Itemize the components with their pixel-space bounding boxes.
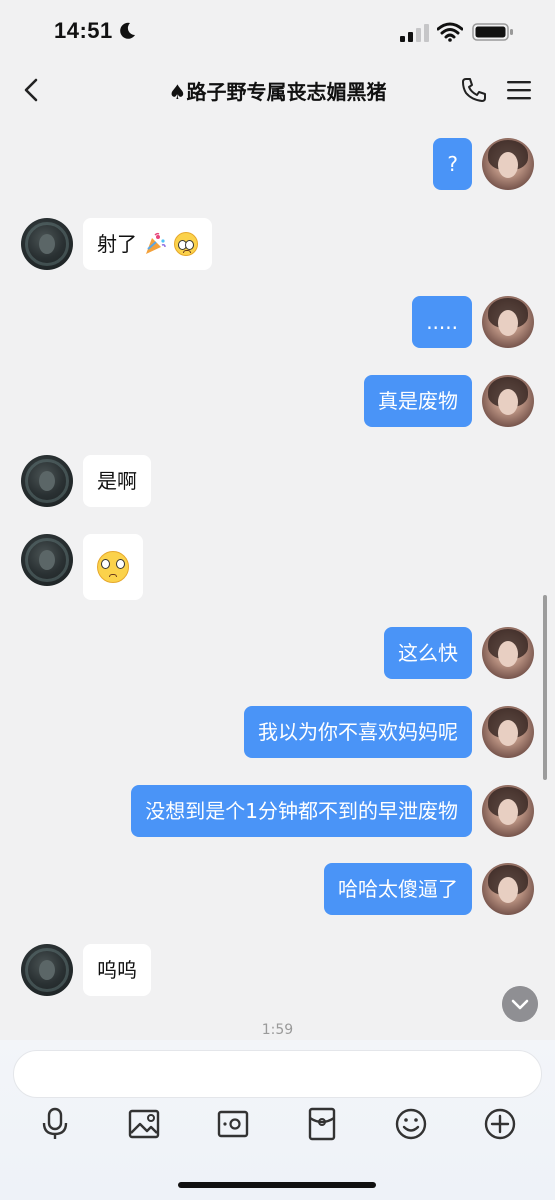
menu-icon[interactable] [506,78,532,102]
wifi-icon [437,22,463,42]
cellular-signal-icon [400,24,429,42]
message-text: 呜呜 [97,958,137,982]
my-avatar[interactable] [482,863,534,915]
message-text: 没想到是个1分钟都不到的早泄废物 [145,799,458,823]
back-arrow-icon[interactable] [20,76,44,104]
emoji-icon[interactable] [394,1106,428,1142]
chat-title: ♠路子野专属丧志媚黑猪 [168,80,387,104]
composer-toolbar [0,1106,555,1146]
my-avatar[interactable] [482,296,534,348]
message-text: 是啊 [97,469,137,493]
message-bubble[interactable]: 真是废物 [364,375,472,427]
party-popper-emoji-icon [146,232,167,254]
phone-call-icon[interactable] [460,76,488,104]
composer [0,1040,555,1200]
message-bubble[interactable] [83,534,143,600]
contact-avatar[interactable] [21,455,73,507]
message-bubble[interactable]: 呜呜 [83,944,151,996]
home-indicator [178,1182,376,1188]
my-avatar[interactable] [482,375,534,427]
message-timestamp: 1:59 [261,1022,294,1038]
status-bar: 14:51 [0,0,555,62]
message-bubble[interactable]: ? [433,138,472,190]
scroll-to-bottom-icon[interactable] [502,986,538,1022]
contact-avatar[interactable] [21,218,73,270]
message-bubble[interactable]: ..... [412,296,472,348]
message-bubble[interactable]: 射了 [83,218,212,270]
message-bubble[interactable]: 哈哈太傻逼了 [324,863,472,915]
red-envelope-icon[interactable] [305,1106,339,1142]
my-avatar[interactable] [482,138,534,190]
contact-avatar[interactable] [21,534,73,586]
contact-avatar[interactable] [21,944,73,996]
message-text: 我以为你不喜欢妈妈呢 [258,720,458,744]
my-avatar[interactable] [482,627,534,679]
message-input[interactable] [13,1050,542,1098]
plus-icon[interactable] [483,1106,517,1142]
message-text: 射了 [97,232,137,256]
chat-header: ♠路子野专属丧志媚黑猪 [0,62,555,120]
status-time: 14:51 [54,18,113,43]
image-icon[interactable] [127,1106,161,1142]
message-text: ? [447,152,458,176]
moon-icon [120,22,135,39]
my-avatar[interactable] [482,706,534,758]
message-text: 这么快 [398,641,458,665]
my-avatar[interactable] [482,785,534,837]
message-bubble[interactable]: 没想到是个1分钟都不到的早泄废物 [131,785,472,837]
pleading-face-emoji-icon [173,231,198,256]
message-text: 真是废物 [378,389,458,413]
microphone-icon[interactable] [38,1106,72,1142]
message-bubble[interactable]: 我以为你不喜欢妈妈呢 [244,706,472,758]
battery-icon [472,23,513,41]
scrollbar[interactable] [543,595,547,780]
message-text: 哈哈太傻逼了 [338,877,458,901]
camera-icon[interactable] [216,1106,250,1142]
pleading-face-emoji-icon [97,550,129,583]
message-text: ..... [426,310,458,334]
message-bubble[interactable]: 是啊 [83,455,151,507]
message-list[interactable]: ? 射了 ..... 真是废物 是啊 这么快 我以为你不喜欢妈妈呢 没想到是个1… [0,120,555,1040]
message-bubble[interactable]: 这么快 [384,627,472,679]
